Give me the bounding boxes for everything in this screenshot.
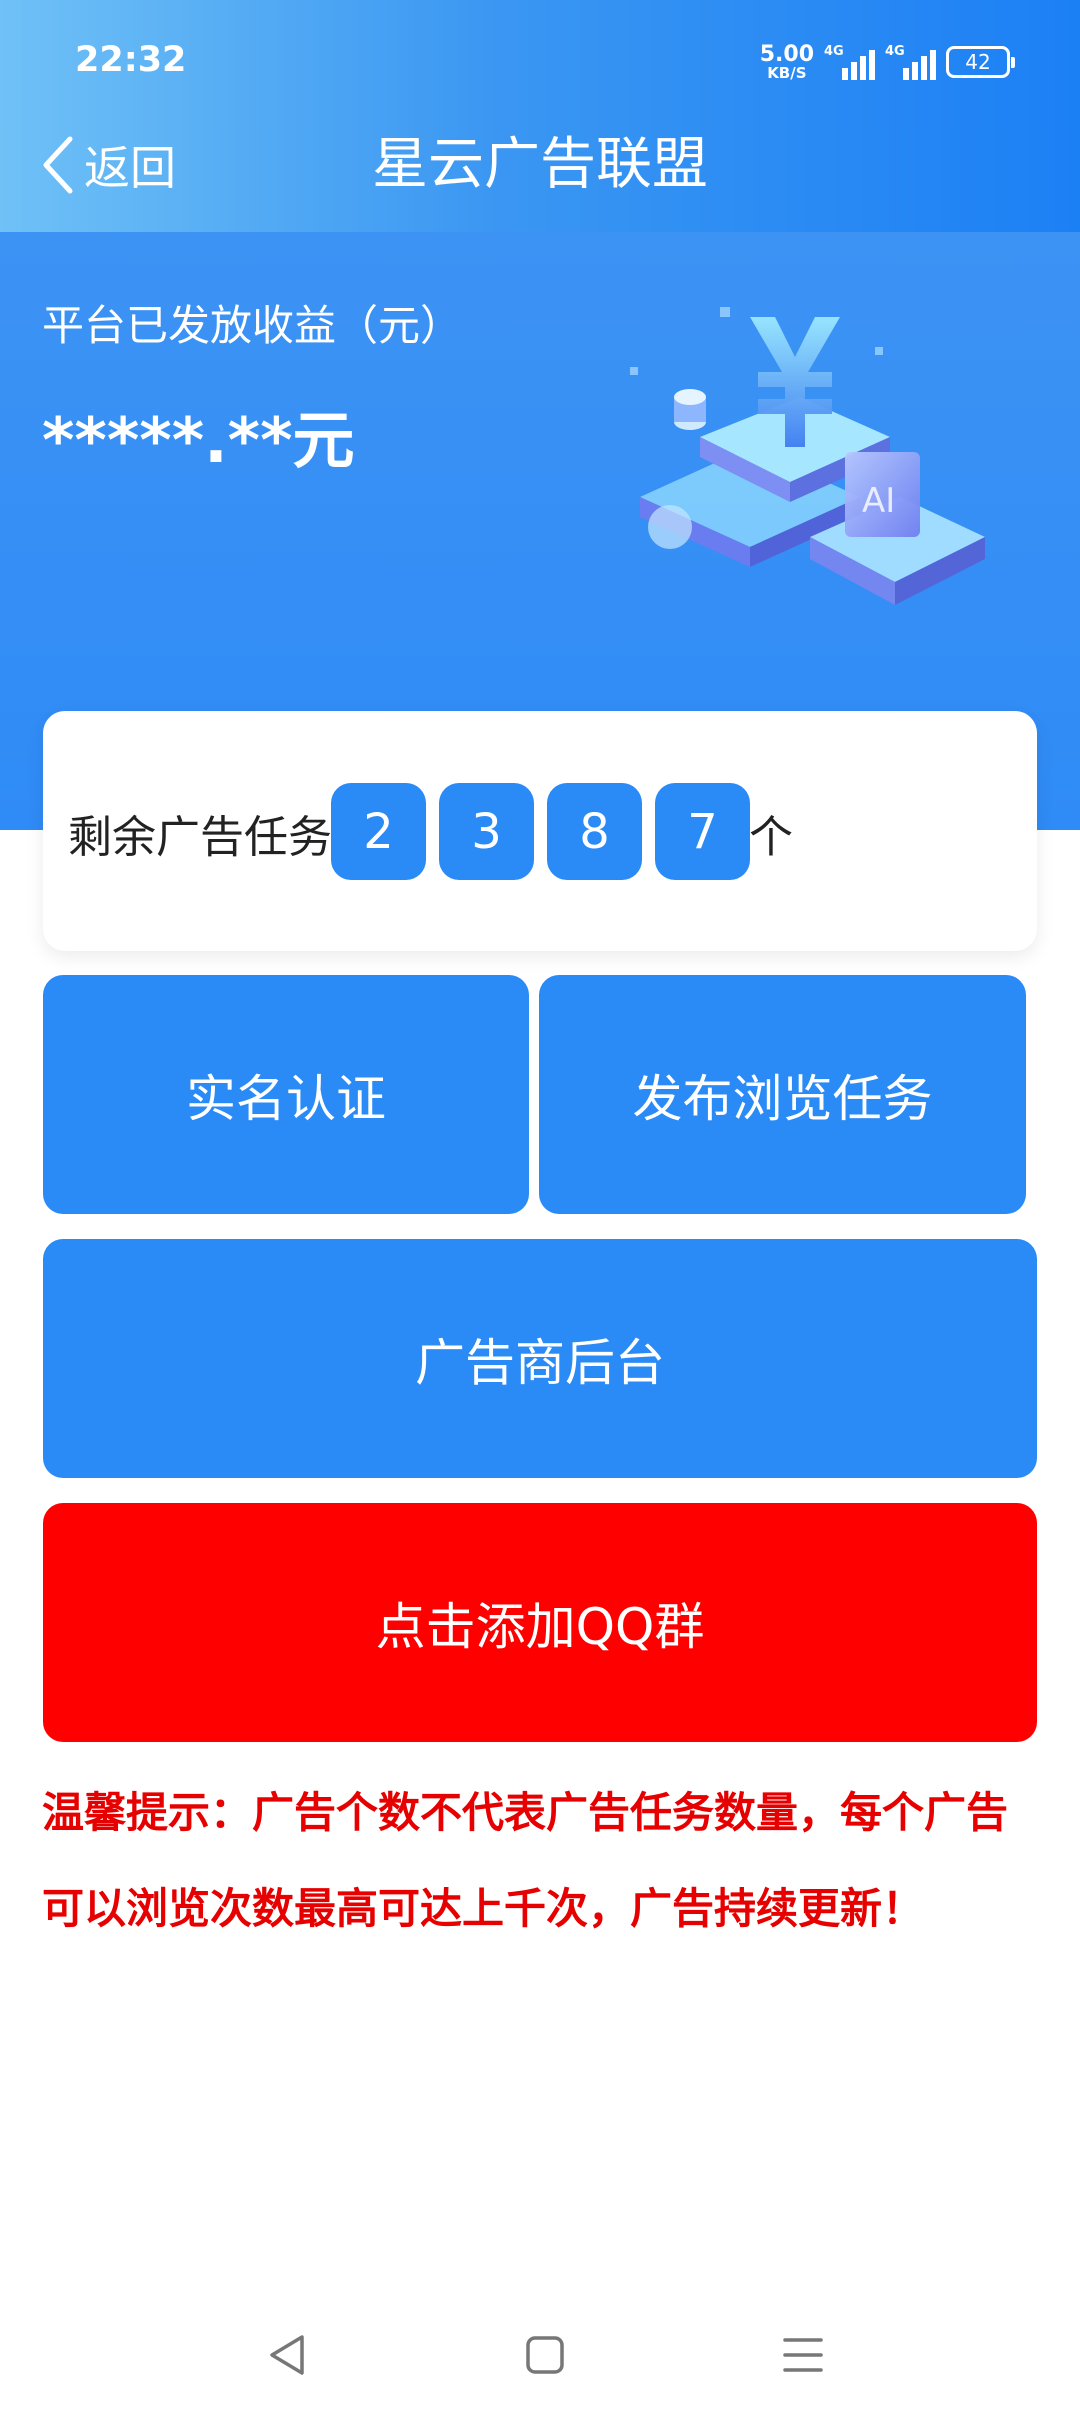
earnings-label: 平台已发放收益（元） (42, 301, 463, 350)
task-count-digit: 3 (439, 783, 534, 880)
svg-text:AI: AI (862, 481, 895, 521)
status-time: 22:32 (75, 40, 187, 80)
signal-type-label: 4G (885, 44, 905, 59)
network-speed: 5.00 KB/S (759, 41, 814, 82)
remaining-tasks-card: 剩余广告任务 2 3 8 7 个 (43, 711, 1037, 951)
remaining-tasks-label: 剩余广告任务 (68, 812, 332, 863)
signal-type-label: 4G (824, 44, 844, 59)
real-name-verification-button[interactable]: 实名认证 (43, 975, 529, 1214)
task-count-digit: 7 (655, 783, 750, 880)
task-count-digit: 2 (331, 783, 426, 880)
battery-icon: 42 (946, 46, 1015, 78)
status-indicators: 5.00 KB/S 4G 4G 42 (759, 40, 1015, 84)
top-header: 22:32 5.00 KB/S 4G 4G 42 返回 星云广告联盟 (0, 0, 1080, 232)
signal-strength-icon: 4G (824, 44, 875, 80)
nav-bar: 返回 星云广告联盟 (0, 120, 1080, 210)
earnings-amount: *****.**元 (42, 404, 355, 477)
publish-browse-task-button[interactable]: 发布浏览任务 (539, 975, 1026, 1214)
network-speed-unit: KB/S (767, 63, 807, 82)
task-count-unit: 个 (749, 812, 793, 863)
task-count-digit: 8 (547, 783, 642, 880)
tip-text: 温馨提示：广告个数不代表广告任务数量，每个广告可以浏览次数最高可达上千次，广告持… (42, 1788, 1009, 1933)
page-title: 星云广告联盟 (372, 132, 708, 197)
signal-strength-icon: 4G (885, 44, 936, 80)
back-triangle-icon[interactable] (258, 2325, 318, 2385)
finance-illustration: AI (630, 307, 985, 605)
status-bar: 22:32 5.00 KB/S 4G 4G 42 (0, 0, 1080, 120)
system-navigation-bar (0, 2300, 1080, 2412)
home-square-icon[interactable] (515, 2325, 575, 2385)
add-qq-group-button[interactable]: 点击添加QQ群 (43, 1503, 1037, 1742)
battery-level: 42 (965, 50, 991, 74)
advertiser-backend-button[interactable]: 广告商后台 (43, 1239, 1037, 1478)
menu-lines-icon[interactable] (773, 2325, 833, 2385)
task-count-digits: 2 3 8 7 (331, 783, 750, 880)
network-speed-value: 5.00 (759, 41, 814, 67)
